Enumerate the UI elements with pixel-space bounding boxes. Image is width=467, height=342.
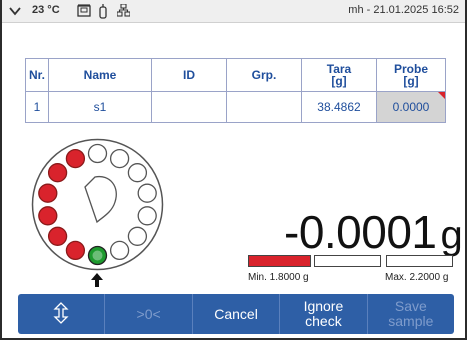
cell-probe[interactable]: 0.0000 — [376, 91, 446, 123]
cell-id — [151, 91, 227, 123]
cell-name: s1 — [48, 91, 152, 123]
tolerance-seg-3 — [386, 255, 453, 267]
carousel-position — [87, 143, 108, 164]
col-name-header: Name — [48, 58, 152, 92]
balance-icon — [98, 4, 108, 22]
status-bar: 23 °C mh - 21.01.2025 16:52 — [2, 0, 465, 23]
cancel-button[interactable]: Cancel — [193, 294, 281, 334]
user-datetime: mh - 21.01.2025 16:52 — [348, 4, 459, 16]
carousel-position — [109, 148, 130, 169]
carousel-position — [109, 240, 130, 261]
up-down-arrow-icon — [53, 301, 69, 327]
table-header-row: Nr. Name ID Grp. Tara [g] Probe [g] — [25, 58, 446, 92]
clipboard-icon — [77, 4, 91, 20]
col-grp-header: Grp. — [226, 58, 302, 92]
temperature-readout: 23 °C — [32, 4, 60, 16]
position-arrow-icon — [90, 272, 104, 293]
carousel-active-highlight — [92, 250, 103, 261]
col-nr-header: Nr. — [25, 58, 49, 92]
carousel-position — [65, 148, 86, 169]
table-row[interactable]: 1 s1 38.4862 0.0000 — [25, 91, 446, 123]
network-icon — [116, 3, 131, 20]
cell-tara: 38.4862 — [301, 91, 377, 123]
chevron-down-icon[interactable] — [8, 4, 22, 21]
carousel-position — [127, 226, 148, 246]
carousel-position — [137, 206, 157, 226]
tolerance-max-label: Max. 2.2000 g — [385, 272, 449, 283]
cell-grp — [226, 91, 302, 123]
tolerance-min-label: Min. 1.8000 g — [248, 272, 309, 283]
edited-marker-icon — [438, 92, 445, 99]
zero-button[interactable]: >0< — [105, 294, 193, 334]
weight-unit: g — [440, 213, 463, 257]
carousel-position — [47, 226, 68, 246]
carousel-position — [65, 240, 86, 261]
carousel-position — [137, 183, 157, 203]
carousel-position — [127, 163, 148, 183]
sample-carousel — [31, 138, 164, 271]
tolerance-seg-1 — [248, 255, 311, 267]
carousel-position — [38, 183, 58, 203]
tolerance-seg-2 — [314, 255, 381, 267]
ignore-check-button[interactable]: Ignore check — [280, 294, 368, 334]
sample-table: Nr. Name ID Grp. Tara [g] Probe [g] 1 s1 3… — [25, 58, 446, 123]
button-bar: >0< Cancel Ignore check Save sample — [18, 294, 454, 334]
col-id-header: ID — [151, 58, 227, 92]
weight-value: -0.0001 — [284, 206, 437, 258]
col-probe-header: Probe [g] — [376, 58, 446, 92]
cell-probe-value: 0.0000 — [392, 100, 430, 114]
cell-nr: 1 — [25, 91, 49, 123]
carousel-position — [38, 206, 58, 226]
save-sample-button[interactable]: Save sample — [368, 294, 454, 334]
swap-button[interactable] — [18, 294, 106, 334]
weight-display: -0.0001 g — [284, 205, 463, 259]
app-frame: 23 °C mh - 21.01.2025 16:52 Nr. Name ID … — [0, 0, 467, 340]
col-tara-header: Tara [g] — [301, 58, 377, 92]
carousel-position — [47, 163, 68, 183]
